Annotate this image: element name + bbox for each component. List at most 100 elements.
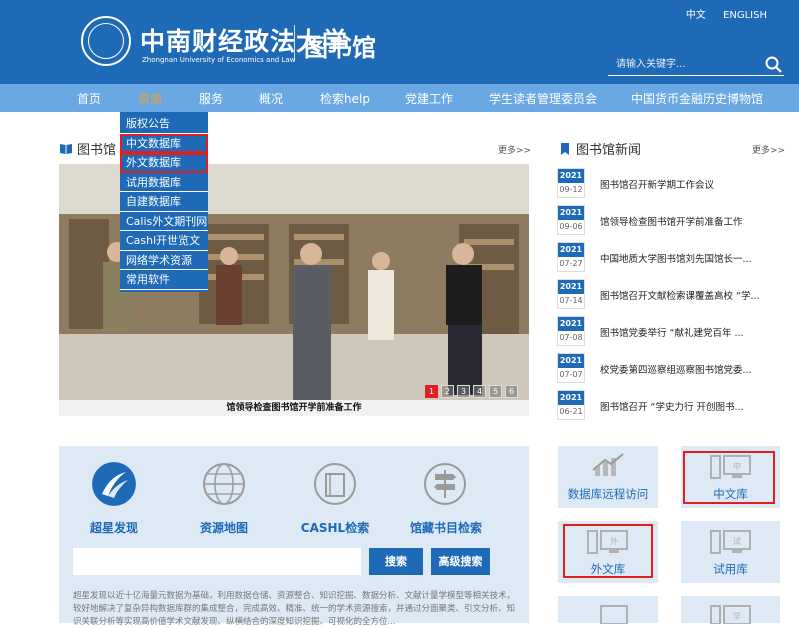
news-date: 2021 07-27 xyxy=(557,242,585,272)
nav-search-help[interactable]: 检索help xyxy=(320,90,370,107)
search-icon[interactable] xyxy=(765,56,782,73)
discovery-search-panel: 超星发现 资源地图 CASHL检索 馆藏书目检索 搜索 高级搜索 超星发现以近十… xyxy=(59,446,529,627)
bookmark-icon xyxy=(561,142,569,155)
menu-foreign-database[interactable]: 外文数据库 xyxy=(120,153,208,173)
news-item[interactable]: 2021 07-14 图书馆召开文献检索课覆盖高校 “学... xyxy=(557,275,789,312)
news-date: 2021 07-14 xyxy=(557,279,585,309)
nav-student-committee[interactable]: 学生读者管理委员会 xyxy=(489,90,597,107)
header-search xyxy=(608,54,784,76)
chaoxing-discovery-icon xyxy=(92,462,136,506)
svg-text:外: 外 xyxy=(610,536,618,546)
menu-chinese-database[interactable]: 中文数据库 xyxy=(120,133,208,153)
menu-copyright-notice[interactable]: 版权公告 xyxy=(120,114,208,134)
discovery-search-input[interactable] xyxy=(73,548,361,575)
tool-cashl-search[interactable]: CASHL检索 xyxy=(300,462,370,536)
main-nav: 首页 资源 服务 概况 检索help 党建工作 学生读者管理委员会 中国货币金融… xyxy=(0,84,799,112)
carousel-page[interactable]: 1 xyxy=(425,385,438,398)
news-section-heading: 图书馆新闻 xyxy=(560,139,641,158)
computer-icon xyxy=(600,605,628,624)
news-date: 2021 06-21 xyxy=(557,390,585,420)
chart-icon xyxy=(592,453,624,476)
library-more-link[interactable]: 更多>> xyxy=(498,143,531,156)
university-seal-icon[interactable] xyxy=(81,16,131,66)
tile-more-right[interactable]: 学 xyxy=(681,596,780,624)
nav-home[interactable]: 首页 xyxy=(77,90,101,107)
book-icon xyxy=(60,143,72,154)
computer-icon: 外 xyxy=(587,530,628,554)
news-title[interactable]: 图书馆召开新学期工作会议 xyxy=(600,177,780,191)
book-circle-icon xyxy=(314,463,356,505)
news-title[interactable]: 中国地质大学图书馆刘先国馆长一... xyxy=(600,251,780,265)
news-section-title: 图书馆新闻 xyxy=(576,143,642,158)
tile-trial-library-label: 试用库 xyxy=(713,562,748,576)
search-input[interactable] xyxy=(608,54,758,74)
svg-text:中: 中 xyxy=(733,461,741,471)
menu-trial-database[interactable]: 试用数据库 xyxy=(120,173,208,192)
menu-self-built-database[interactable]: 自建数据库 xyxy=(120,192,208,212)
globe-icon xyxy=(203,463,245,505)
menu-online-academic[interactable]: 网络学术资源 xyxy=(120,251,208,270)
library-section-title: 图书馆 xyxy=(77,143,117,158)
tile-trial-library[interactable]: 试 试用库 xyxy=(681,521,780,583)
nav-party-work[interactable]: 党建工作 xyxy=(405,90,453,107)
nav-overview[interactable]: 概况 xyxy=(259,90,283,107)
news-item[interactable]: 2021 07-08 图书馆党委举行 “献礼建党百年 ... xyxy=(557,312,789,349)
tile-chinese-library-label: 中文库 xyxy=(713,487,748,501)
news-title[interactable]: 校党委第四巡察组巡察图书馆党委... xyxy=(600,362,780,376)
tile-foreign-library-label: 外文库 xyxy=(590,562,626,576)
discovery-description: 超星发现以近十亿海量元数据为基础，利用数据仓储、资源整合、知识挖掘、数据分析、文… xyxy=(73,591,516,627)
news-title[interactable]: 馆领导检查图书馆开学前准备工作 xyxy=(600,214,780,228)
carousel-page[interactable]: 4 xyxy=(473,385,486,398)
search-button[interactable]: 搜索 xyxy=(369,548,423,575)
news-item[interactable]: 2021 09-12 图书馆召开新学期工作会议 xyxy=(557,164,789,201)
news-item[interactable]: 2021 09-06 馆领导检查图书馆开学前准备工作 xyxy=(557,201,789,238)
tool-resource-map[interactable]: 资源地图 xyxy=(189,462,259,536)
svg-text:学: 学 xyxy=(733,611,741,621)
carousel-page[interactable]: 3 xyxy=(457,385,470,398)
computer-icon: 试 xyxy=(710,530,751,554)
lang-chinese-link[interactable]: 中文 xyxy=(686,10,706,21)
news-title[interactable]: 图书馆召开文献检索课覆盖高校 “学... xyxy=(600,288,780,302)
tile-foreign-library[interactable]: 外 外文库 xyxy=(558,521,658,583)
carousel-caption[interactable]: 馆领导检查图书馆开学前准备工作 xyxy=(59,400,529,416)
lang-english-link[interactable]: ENGLISH xyxy=(723,10,767,21)
menu-calis[interactable]: Calis外文期刊网 xyxy=(120,212,208,231)
tool-chaoxing-discovery[interactable]: 超星发现 xyxy=(79,462,149,536)
carousel-pagination: 1 2 3 4 5 6 xyxy=(425,385,518,398)
menu-common-software[interactable]: 常用软件 xyxy=(120,270,208,290)
computer-icon: 学 xyxy=(710,605,751,624)
advanced-search-button[interactable]: 高级搜索 xyxy=(431,548,490,575)
carousel-page[interactable]: 6 xyxy=(505,385,518,398)
menu-cashl[interactable]: Cashl开世览文 xyxy=(120,231,208,251)
university-name-en: Zhongnan University of Economics and Law xyxy=(142,56,296,64)
language-switcher: 中文 ENGLISH xyxy=(672,6,767,21)
logo-divider xyxy=(294,25,295,61)
tile-remote-access-label: 数据库远程访问 xyxy=(567,487,649,501)
news-item[interactable]: 2021 07-27 中国地质大学图书馆刘先国馆长一... xyxy=(557,238,789,275)
news-date: 2021 07-07 xyxy=(557,353,585,383)
news-more-link[interactable]: 更多>> xyxy=(752,143,785,156)
svg-text:试: 试 xyxy=(733,536,741,546)
news-date: 2021 09-06 xyxy=(557,205,585,235)
news-item[interactable]: 2021 07-07 校党委第四巡察组巡察图书馆党委... xyxy=(557,349,789,386)
tile-remote-access[interactable]: 数据库远程访问 xyxy=(558,446,658,508)
nav-services[interactable]: 服务 xyxy=(199,90,223,107)
tile-chinese-library[interactable]: 中 中文库 xyxy=(681,446,780,508)
carousel-page[interactable]: 2 xyxy=(441,385,454,398)
site-header: 中文 ENGLISH 中南财经政法大学 Zhongnan University … xyxy=(0,0,799,84)
tool-catalog-search[interactable]: 馆藏书目检索 xyxy=(410,462,482,536)
carousel-page[interactable]: 5 xyxy=(489,385,502,398)
news-date: 2021 09-12 xyxy=(557,168,585,198)
tile-more-left[interactable] xyxy=(558,596,658,624)
news-list: 2021 09-12 图书馆召开新学期工作会议 2021 09-06 馆领导检查图书… xyxy=(557,164,789,423)
signpost-icon xyxy=(424,463,466,505)
nav-resources[interactable]: 资源 xyxy=(138,90,162,107)
news-title[interactable]: 图书馆党委举行 “献礼建党百年 ... xyxy=(600,325,780,339)
news-date: 2021 07-08 xyxy=(557,316,585,346)
news-item[interactable]: 2021 06-21 图书馆召开 “学史力行 开创图书... xyxy=(557,386,789,423)
resources-dropdown: 版权公告 中文数据库 外文数据库 试用数据库 自建数据库 Calis外文期刊网 … xyxy=(120,112,208,292)
library-section-heading: 图书馆 xyxy=(59,139,116,158)
nav-museum[interactable]: 中国货币金融历史博物馆 xyxy=(631,90,763,107)
library-title[interactable]: 图书馆 xyxy=(304,28,376,63)
news-title[interactable]: 图书馆召开 “学史力行 开创图书... xyxy=(600,399,780,413)
